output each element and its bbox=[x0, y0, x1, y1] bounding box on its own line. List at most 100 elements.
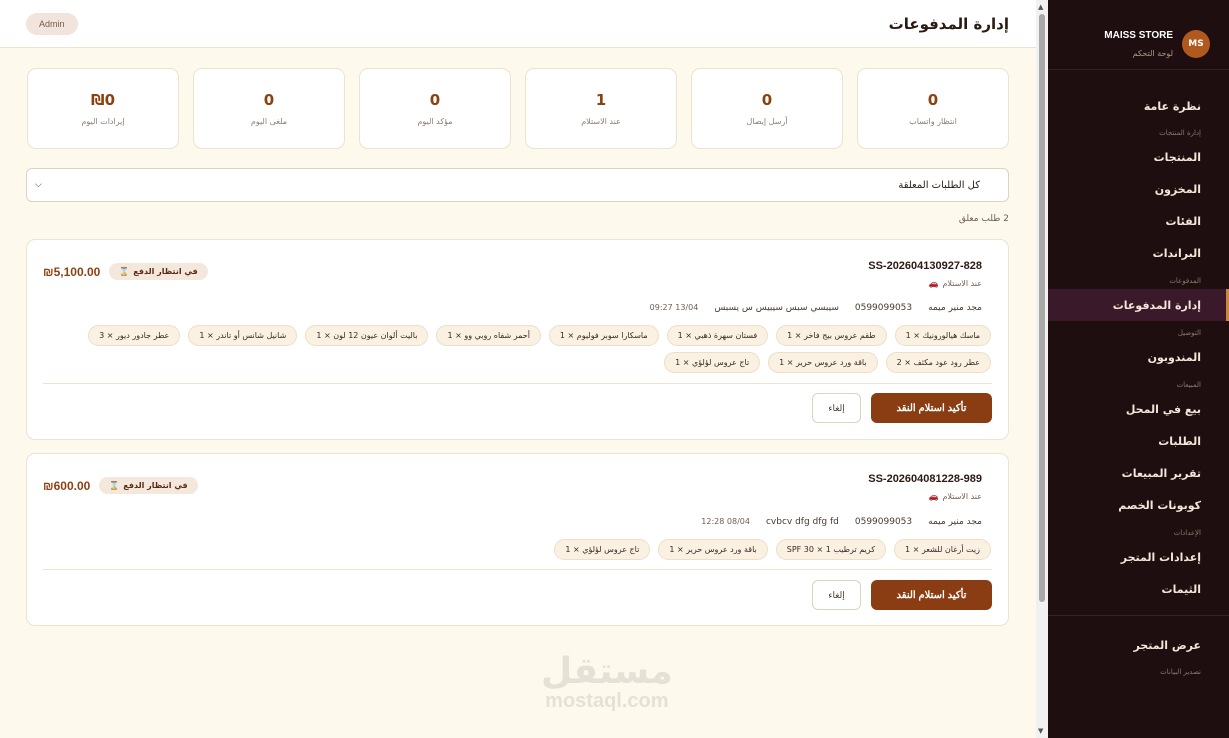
customer-phone: 0599099053 bbox=[854, 517, 913, 527]
sidebar-item-store-settings[interactable]: إعدادات المتجر bbox=[1048, 541, 1229, 573]
orders-filter-select[interactable]: كل الطلبات المعلقة ⌵ bbox=[26, 168, 1009, 202]
order-id: SS-202604130927-828 bbox=[868, 260, 982, 272]
store-name: MAISS STORE bbox=[1104, 29, 1173, 41]
scroll-down-icon[interactable]: ▼ bbox=[1038, 727, 1043, 735]
sidebar-item-sales-report[interactable]: تقرير المبيعات bbox=[1048, 457, 1229, 489]
stat-card-confirmed: 0 مؤكد اليوم bbox=[359, 68, 511, 149]
sidebar-divider bbox=[1048, 615, 1229, 616]
stat-card-whatsapp: 0 انتظار واتساب bbox=[857, 68, 1009, 149]
pending-count: 2 طلب معلق bbox=[958, 214, 1009, 224]
avatar: MS bbox=[1182, 29, 1210, 58]
section-label-products: إدارة المنتجات bbox=[1159, 128, 1201, 137]
order-item: أحمر شفاه روبي وو × 1 bbox=[436, 325, 541, 346]
main-content: إدارة المدفوعات Admin 0 انتظار واتساب 0 … bbox=[0, 0, 1036, 738]
stat-label: انتظار واتساب bbox=[909, 117, 957, 126]
sidebar: MS MAISS STORE لوحة التحكم نظرة عامة إدا… bbox=[1048, 0, 1229, 738]
order-summary: ₪5,100.00 في انتظار الدفع ⌛ bbox=[43, 263, 208, 280]
order-item: تاج عروس لؤلؤي × 1 bbox=[664, 352, 761, 373]
order-total: ₪600.00 bbox=[43, 478, 91, 493]
sidebar-item-pos[interactable]: بيع في المحل bbox=[1048, 393, 1229, 425]
order-item: كريم ترطيب SPF 30 × 1 bbox=[775, 539, 886, 560]
order-delivery-method: عند الاستلام 🚗 bbox=[928, 492, 982, 501]
stat-label: ملغى اليوم bbox=[250, 117, 288, 126]
order-item: طقم عروس بيج فاخر × 1 bbox=[776, 325, 887, 346]
watermark-english: mostaql.com bbox=[545, 690, 669, 712]
order-item: عطر رود عود مكثف × 2 bbox=[885, 352, 991, 373]
sidebar-item-overview[interactable]: نظرة عامة bbox=[1048, 90, 1229, 122]
stat-card-cancelled: 0 ملغى اليوم bbox=[193, 68, 345, 149]
status-badge: في انتظار الدفع ⌛ bbox=[109, 263, 208, 280]
order-item: فستان سهرة ذهبي × 1 bbox=[666, 325, 769, 346]
order-card: SS-202604081228-989 عند الاستلام 🚗 ₪600.… bbox=[26, 453, 1009, 626]
stat-card-receipt: 0 أرسل إيصال bbox=[691, 68, 843, 149]
order-item: شانيل شانس أو تاندر × 1 bbox=[188, 325, 298, 346]
order-item: باقة ورد عروس حرير × 1 bbox=[658, 539, 768, 560]
watermark: مستقل mostaql.com bbox=[541, 652, 673, 713]
confirm-cash-button[interactable]: تأكيد استلام النقد bbox=[871, 393, 992, 423]
stat-label: عند الاستلام bbox=[581, 117, 621, 126]
brand-header: MS MAISS STORE لوحة التحكم bbox=[1048, 0, 1229, 70]
order-meta: مجد منير ميمه 0599099053 سيبسي سبس سيبيس… bbox=[650, 303, 982, 313]
hourglass-icon: ⌛ bbox=[109, 481, 120, 490]
section-label-settings: الإعدادات bbox=[1173, 528, 1201, 537]
stat-label: إيرادات اليوم bbox=[81, 117, 125, 126]
filter-selected-value: كل الطلبات المعلقة bbox=[898, 179, 980, 191]
sidebar-item-orders[interactable]: الطلبات bbox=[1048, 425, 1229, 457]
order-item: ماسك هيالورونيك × 1 bbox=[894, 325, 991, 346]
sidebar-item-coupons[interactable]: كوبونات الخصم bbox=[1048, 489, 1229, 521]
stat-value: ₪0 bbox=[91, 91, 116, 109]
watermark-arabic: مستقل bbox=[541, 651, 673, 692]
order-delivery-method: عند الاستلام 🚗 bbox=[928, 279, 982, 288]
sidebar-item-categories[interactable]: الفئات bbox=[1048, 205, 1229, 237]
stat-value: 0 bbox=[761, 91, 773, 109]
order-header: SS-202604081228-989 عند الاستلام 🚗 ₪600.… bbox=[27, 454, 1008, 504]
sidebar-item-export-data[interactable]: تصدير البيانات bbox=[1048, 663, 1229, 680]
order-items: ماسك هيالورونيك × 1 طقم عروس بيج فاخر × … bbox=[36, 325, 991, 373]
chevron-down-icon: ⌵ bbox=[35, 180, 42, 190]
main-scrollbar[interactable]: ▲ ▼ bbox=[1036, 0, 1048, 738]
stat-label: مؤكد اليوم bbox=[417, 117, 453, 126]
stat-label: أرسل إيصال bbox=[746, 117, 788, 126]
section-label-sales: المبيعات bbox=[1176, 380, 1201, 389]
car-icon: 🚗 bbox=[928, 492, 939, 501]
sidebar-item-inventory[interactable]: المخزون bbox=[1048, 173, 1229, 205]
sidebar-item-products[interactable]: المنتجات bbox=[1048, 141, 1229, 173]
admin-badge[interactable]: Admin bbox=[26, 12, 78, 35]
scroll-thumb[interactable] bbox=[1039, 14, 1045, 602]
order-item: ماسكارا سوبر فوليوم × 1 bbox=[548, 325, 659, 346]
order-meta: مجد منير ميمه 0599099053 cvbcv dfg dfg f… bbox=[701, 517, 982, 527]
stat-value: 1 bbox=[595, 91, 607, 109]
order-time: 13/04 09:27 bbox=[649, 303, 699, 312]
order-card: SS-202604130927-828 عند الاستلام 🚗 ₪5,10… bbox=[26, 239, 1009, 440]
order-divider bbox=[43, 383, 992, 384]
brand-subtitle: لوحة التحكم bbox=[1132, 48, 1173, 58]
order-id: SS-202604081228-989 bbox=[868, 473, 982, 485]
order-total: ₪5,100.00 bbox=[43, 264, 101, 279]
brand-text: MAISS STORE لوحة التحكم bbox=[1104, 30, 1173, 58]
stats-row: 0 انتظار واتساب 0 أرسل إيصال 1 عند الاست… bbox=[27, 68, 1009, 149]
status-badge: في انتظار الدفع ⌛ bbox=[99, 477, 198, 494]
customer-phone: 0599099053 bbox=[854, 303, 913, 313]
order-item: باليت ألوان عيون 12 لون × 1 bbox=[305, 325, 429, 346]
order-item: زيت أرغان للشعر × 1 bbox=[894, 539, 991, 560]
stat-card-revenue: ₪0 إيرادات اليوم bbox=[27, 68, 179, 149]
order-items: زيت أرغان للشعر × 1 كريم ترطيب SPF 30 × … bbox=[36, 539, 991, 560]
cancel-order-button[interactable]: إلغاء bbox=[812, 580, 861, 610]
sidebar-item-themes[interactable]: الثيمات bbox=[1048, 573, 1229, 605]
scroll-up-icon[interactable]: ▲ bbox=[1038, 3, 1043, 11]
sidebar-item-view-store[interactable]: عرض المتجر bbox=[1048, 629, 1229, 661]
section-label-delivery: التوصيل bbox=[1177, 328, 1201, 337]
customer-address: cvbcv dfg dfg fd bbox=[765, 517, 839, 527]
stat-card-cod: 1 عند الاستلام bbox=[525, 68, 677, 149]
status-label: في انتظار الدفع bbox=[123, 481, 188, 490]
sidebar-item-couriers[interactable]: المندوبون bbox=[1048, 341, 1229, 373]
sidebar-nav: نظرة عامة إدارة المنتجات المنتجات المخزو… bbox=[1048, 70, 1229, 680]
stat-value: 0 bbox=[263, 91, 275, 109]
stat-value: 0 bbox=[927, 91, 939, 109]
cancel-order-button[interactable]: إلغاء bbox=[812, 393, 861, 423]
customer-name: مجد منير ميمه bbox=[928, 517, 982, 527]
confirm-cash-button[interactable]: تأكيد استلام النقد bbox=[871, 580, 992, 610]
sidebar-item-payments[interactable]: إدارة المدفوعات bbox=[1048, 289, 1229, 321]
order-item: تاج عروس لؤلؤي × 1 bbox=[554, 539, 651, 560]
sidebar-item-brands[interactable]: البراندات bbox=[1048, 237, 1229, 269]
